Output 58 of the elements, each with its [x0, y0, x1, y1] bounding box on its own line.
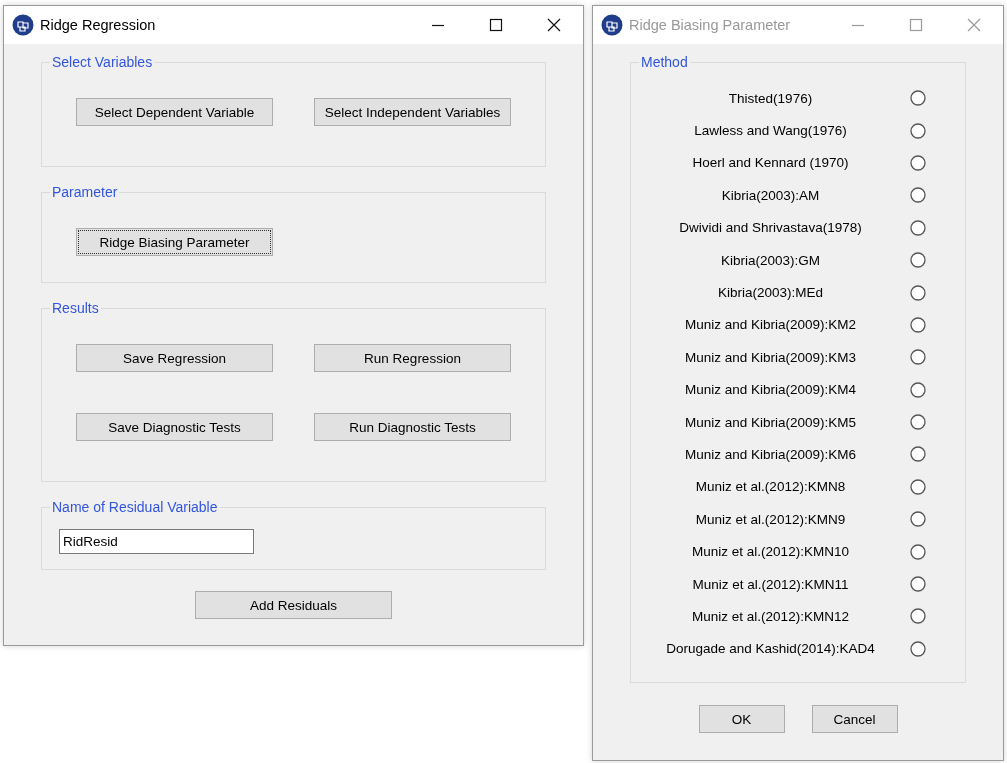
button[interactable]: Run Regression — [314, 344, 511, 372]
method-label: Lawless and Wang(1976) — [694, 123, 847, 139]
method-label: Muniz and Kibria(2009):KM3 — [684, 349, 857, 365]
window-title: Ridge Biasing Parameter — [629, 17, 792, 33]
radio-button[interactable] — [910, 511, 926, 528]
button[interactable]: Add Residuals — [195, 591, 392, 619]
radio-button[interactable] — [910, 543, 926, 560]
button[interactable]: Select Dependent Variable — [76, 98, 273, 126]
radio-button[interactable] — [910, 252, 926, 269]
radio-button[interactable] — [910, 219, 926, 236]
method-label: Kibria(2003):AM — [721, 187, 820, 203]
method-label: Muniz et al.(2012):KMN12 — [692, 608, 849, 624]
radio-button[interactable] — [910, 316, 926, 333]
method-label: Kibria(2003):GM — [720, 252, 820, 268]
close-icon[interactable] — [547, 18, 561, 32]
radio-button[interactable] — [910, 381, 926, 398]
radio-button[interactable] — [910, 478, 926, 495]
method-label: Muniz and Kibria(2009):KM2 — [684, 317, 857, 333]
group-label: Results — [51, 300, 100, 316]
method-label: Dwividi and Shrivastava(1978) — [679, 220, 862, 236]
radio-button[interactable] — [910, 446, 926, 463]
method-label: Muniz and Kibria(2009):KM6 — [684, 447, 857, 462]
method-label: Hoerl and Kennard (1970) — [692, 155, 849, 171]
method-label: Muniz et al.(2012):KMN9 — [695, 511, 846, 527]
group-label: Method — [640, 54, 689, 70]
group-label: Select Variables — [51, 54, 154, 70]
radio-button[interactable] — [910, 414, 926, 431]
app-logo-icon — [12, 14, 34, 36]
radio-button[interactable] — [910, 154, 926, 171]
button[interactable]: Run Diagnostic Tests — [314, 413, 511, 441]
method-label: Muniz and Kibria(2009):KM4 — [684, 382, 857, 398]
button[interactable]: Save Regression — [76, 344, 273, 372]
button[interactable]: OK — [698, 705, 785, 733]
radio-button[interactable] — [910, 608, 926, 625]
method-label: Muniz and Kibria(2009):KM5 — [684, 414, 857, 430]
app-logo-icon — [601, 14, 623, 36]
radio-button[interactable] — [910, 122, 926, 139]
group-label: Name of Residual Variable — [51, 499, 219, 515]
button[interactable]: Save Diagnostic Tests — [76, 413, 273, 441]
method-label: Muniz et al.(2012):KMN10 — [692, 544, 849, 560]
method-label: Dorugade and Kashid(2014):KAD4 — [666, 641, 875, 657]
method-label: Kibria(2003):MEd — [717, 285, 823, 301]
button[interactable]: Cancel — [811, 705, 898, 733]
radio-button[interactable] — [910, 284, 926, 301]
button[interactable]: Ridge Biasing Parameter — [76, 228, 273, 256]
residual-name-field[interactable]: RidResid — [59, 529, 254, 554]
method-label: Muniz et al.(2012):KMN8 — [695, 479, 846, 495]
radio-button[interactable] — [910, 90, 926, 107]
method-label: Muniz et al.(2012):KMN11 — [692, 576, 849, 592]
group-label: Parameter — [51, 184, 119, 200]
window-title: Ridge Regression — [40, 17, 157, 33]
button[interactable]: Select Independent Variables — [314, 98, 511, 126]
radio-button[interactable] — [910, 576, 926, 593]
radio-button[interactable] — [910, 187, 926, 204]
method-label: Thisted(1976) — [728, 90, 813, 106]
radio-button[interactable] — [910, 640, 926, 657]
radio-button[interactable] — [910, 349, 926, 366]
maximize-icon[interactable] — [489, 18, 503, 32]
